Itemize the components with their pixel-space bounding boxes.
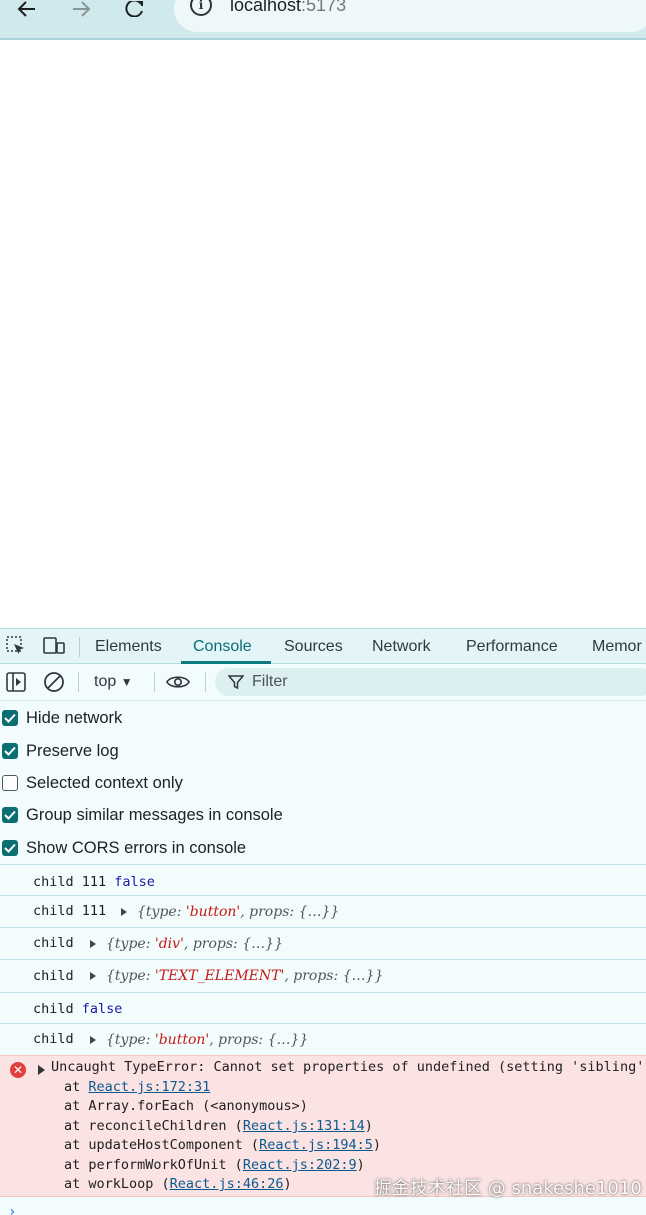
live-expression-eye-icon[interactable] <box>166 671 190 693</box>
setting-label: Preserve log <box>26 741 119 760</box>
console-prompt[interactable]: › <box>8 1204 16 1215</box>
log-message: child {type: 'button', props: {…}} <box>0 1023 646 1055</box>
setting-cors-errors[interactable]: Show CORS errors in console <box>0 836 246 860</box>
tabbar-divider <box>79 637 80 657</box>
setting-label: Hide network <box>26 708 123 727</box>
expand-triangle-icon[interactable] <box>90 1036 96 1044</box>
inspect-element-icon[interactable] <box>4 635 28 657</box>
tab-network[interactable]: Network <box>372 629 431 664</box>
log-text: child <box>33 935 74 951</box>
log-text: child 111 <box>33 874 107 890</box>
expand-triangle-icon[interactable] <box>121 908 127 916</box>
log-object-preview[interactable]: {type: 'div', props: {…}} <box>90 936 283 952</box>
filter-placeholder: Filter <box>252 673 288 690</box>
tab-console[interactable]: Console <box>193 629 252 664</box>
setting-hide-network[interactable]: Hide network <box>0 706 122 730</box>
url-text[interactable]: localhost:5173 <box>230 0 346 16</box>
browser-toolbar: i localhost:5173 <box>0 0 646 40</box>
toolbar-divider <box>78 672 79 692</box>
chevron-down-icon: ▼ <box>120 675 133 689</box>
stack-frame: at reconcileChildren (React.js:131:14) <box>64 1118 373 1134</box>
stack-frame: at workLoop (React.js:46:26) <box>64 1176 292 1192</box>
watermark: 掘金技术社区 @ snakeshe1010 <box>374 1178 642 1199</box>
log-text: child 111 <box>33 903 107 919</box>
toolbar-divider-2 <box>154 672 155 692</box>
devtools-tabbar: Elements Console Sources Network Perform… <box>0 629 646 664</box>
setting-label: Show CORS errors in console <box>26 838 247 857</box>
forward-icon[interactable] <box>66 0 96 18</box>
reload-icon[interactable] <box>120 0 150 18</box>
stack-frame: at Array.forEach (<anonymous>) <box>64 1098 308 1114</box>
log-message: child {type: 'TEXT_ELEMENT', props: {…}} <box>0 959 646 992</box>
log-message: child false <box>0 992 646 1023</box>
context-selector[interactable]: top ▼ <box>94 671 133 693</box>
tab-memory[interactable]: Memor <box>592 629 642 664</box>
log-text: child <box>33 1031 74 1047</box>
log-object-preview[interactable]: {type: 'button', props: {…}} <box>121 904 339 920</box>
stack-frame: at updateHostComponent (React.js:194:5) <box>64 1137 382 1153</box>
stack-frame: at React.js:172:31 <box>64 1079 211 1095</box>
expand-triangle-icon[interactable] <box>90 940 96 948</box>
source-link[interactable]: React.js:46:26 <box>170 1176 284 1192</box>
log-message: child {type: 'div', props: {…}} <box>0 927 646 959</box>
clear-console-icon[interactable] <box>42 671 66 693</box>
log-message: child 111 {type: 'button', props: {…}} <box>0 895 646 927</box>
error-headline: Uncaught TypeError: Cannot set propertie… <box>51 1059 646 1075</box>
log-object-preview[interactable]: {type: 'TEXT_ELEMENT', props: {…}} <box>90 968 383 984</box>
tab-sources[interactable]: Sources <box>284 629 343 664</box>
error-icon: ✕ <box>10 1062 26 1078</box>
log-message: child 111 false <box>0 864 646 895</box>
expand-triangle-icon[interactable] <box>38 1065 45 1075</box>
log-object-preview[interactable]: {type: 'button', props: {…}} <box>90 1032 308 1048</box>
source-link[interactable]: React.js:194:5 <box>259 1137 373 1153</box>
setting-label: Selected context only <box>26 773 183 792</box>
source-link[interactable]: React.js:202:9 <box>243 1157 357 1173</box>
log-value: false <box>114 874 155 890</box>
setting-group-similar[interactable]: Group similar messages in console <box>0 803 283 827</box>
checkbox-hide-network[interactable] <box>2 710 18 726</box>
checkbox-group-similar[interactable] <box>2 807 18 823</box>
checkbox-preserve-log[interactable] <box>2 743 18 759</box>
back-icon[interactable] <box>12 0 42 18</box>
setting-label: Group similar messages in console <box>26 805 283 824</box>
tab-performance[interactable]: Performance <box>466 629 558 664</box>
stack-frame: at performWorkOfUnit (React.js:202:9) <box>64 1157 365 1173</box>
setting-preserve-log[interactable]: Preserve log <box>0 739 119 763</box>
toolbar-divider-3 <box>205 672 206 692</box>
device-toolbar-icon[interactable] <box>42 635 66 657</box>
log-value: false <box>81 1001 123 1017</box>
checkbox-selected-context-only[interactable] <box>2 775 18 791</box>
devtools-panel: Elements Console Sources Network Perform… <box>0 628 646 1215</box>
tab-elements[interactable]: Elements <box>95 629 162 664</box>
expand-triangle-icon[interactable] <box>90 972 96 980</box>
setting-selected-context-only[interactable]: Selected context only <box>0 771 183 795</box>
filter-icon <box>228 675 244 690</box>
log-text: child <box>33 968 74 984</box>
log-text: child <box>33 1001 74 1017</box>
source-link[interactable]: React.js:172:31 <box>88 1079 210 1095</box>
checkbox-cors-errors[interactable] <box>2 840 18 856</box>
console-toolbar: top ▼ Filter <box>0 664 646 701</box>
console-settings: Hide network Preserve log Selected conte… <box>0 701 646 863</box>
source-link[interactable]: React.js:131:14 <box>243 1118 365 1134</box>
sidebar-toggle-icon[interactable] <box>4 671 28 693</box>
